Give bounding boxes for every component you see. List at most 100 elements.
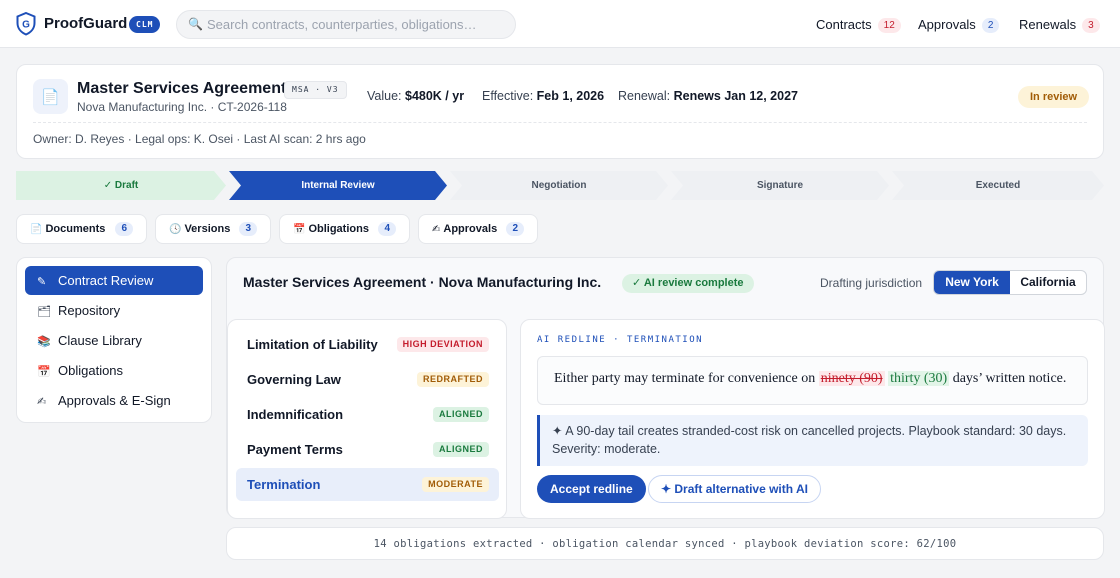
clause-indemnification[interactable]: Indemnification ALIGNED (236, 398, 499, 431)
effective-date: Feb 1, 2026 (536, 89, 605, 103)
version-badge: MSA · V3 (284, 81, 347, 99)
calendar-icon: 📅 (37, 366, 51, 378)
redline-insertion: thirty (30) (888, 371, 950, 386)
books-icon: 📚 (37, 336, 51, 348)
document-icon: 📄 (30, 224, 43, 235)
clause-name: Payment Terms (247, 442, 343, 457)
shield-logo-icon: G (16, 12, 36, 36)
redline-heading: AI REDLINE · TERMINATION (537, 335, 704, 345)
tab-approvals-count: 2 (506, 222, 524, 236)
nav-renewals[interactable]: Renewals 3 (1019, 17, 1100, 33)
tab-documents-label: Documents (45, 223, 106, 235)
deviation-badge: MODERATE (422, 477, 489, 492)
tab-approvals-label: Approvals (443, 223, 498, 235)
sidebar: ✎ Contract Review 🗂 Repository 📚 Clause Lib… (16, 257, 212, 423)
ai-redline-panel: AI REDLINE · TERMINATION Either party ma… (520, 319, 1105, 519)
sidebar-item-repository[interactable]: 🗂 Repository (25, 296, 203, 325)
owner-line: Owner: D. Reyes · Legal ops: K. Osei · L… (33, 132, 366, 146)
deviation-badge: ALIGNED (433, 407, 489, 422)
nav-renewals-count: 3 (1082, 18, 1100, 33)
tab-versions-label: Versions (184, 223, 231, 235)
clause-termination[interactable]: Termination MODERATE (236, 468, 499, 501)
search-input[interactable] (207, 17, 507, 32)
step-signature[interactable]: Signature (671, 171, 889, 200)
sidebar-item-label: Obligations (58, 363, 124, 378)
sidebar-item-approvals-esign[interactable]: ✍ Approvals & E-Sign (25, 386, 203, 415)
sidebar-item-obligations[interactable]: 📅 Obligations (25, 356, 203, 385)
clause-list: Limitation of Liability HIGH DEVIATION Go… (227, 319, 507, 519)
contract-renewal: Renewal: Renews Jan 12, 2027 (618, 89, 798, 103)
sidebar-item-contract-review[interactable]: ✎ Contract Review (25, 266, 203, 295)
jurisdiction-option-new-york[interactable]: New York (934, 271, 1010, 294)
step-negotiation[interactable]: Negotiation (450, 171, 668, 200)
clause-payment-terms[interactable]: Payment Terms ALIGNED (236, 433, 499, 466)
signature-icon: ✍ (37, 396, 47, 408)
search-bar[interactable]: 🔍 (176, 10, 516, 39)
svg-text:G: G (22, 20, 30, 31)
top-bar: G ProofGuard CLM 🔍 Contracts 12 Approvals… (0, 0, 1120, 48)
sidebar-item-label: Approvals & E-Sign (58, 393, 171, 408)
deviation-badge: REDRAFTED (417, 372, 489, 387)
tab-approvals[interactable]: ✍ Approvals 2 (418, 214, 538, 244)
accept-redline-button[interactable]: Accept redline (537, 475, 646, 503)
review-title: Master Services Agreement · Nova Manufac… (243, 274, 602, 290)
redline-text-before: Either party may terminate for convenien… (554, 371, 816, 386)
footer-summary: 14 obligations extracted · obligation ca… (373, 538, 957, 550)
redline-deletion: ninety (90) (818, 371, 885, 386)
jurisdiction-option-california[interactable]: California (1010, 271, 1086, 294)
contract-value: Value: $480K / yr (367, 89, 464, 103)
calendar-icon: 📅 (293, 224, 306, 235)
contract-header: 📄 Master Services Agreement MSA · V3 Nov… (16, 64, 1104, 159)
sidebar-item-clause-library[interactable]: 📚 Clause Library (25, 326, 203, 355)
nav-contracts-count: 12 (877, 18, 901, 33)
status-footer: 14 obligations extracted · obligation ca… (226, 527, 1104, 560)
nav-approvals-count: 2 (981, 18, 1000, 33)
sidebar-item-label: Contract Review (58, 273, 154, 288)
brand-tag: CLM (129, 16, 161, 33)
contract-title: Master Services Agreement (77, 80, 287, 97)
clause-limitation-of-liability[interactable]: Limitation of Liability HIGH DEVIATION (236, 328, 499, 361)
clock-icon: 🕓 (169, 224, 182, 235)
signature-icon: ✍ (432, 224, 441, 235)
header-divider (33, 122, 1087, 123)
tab-obligations-label: Obligations (308, 223, 369, 235)
nav-contracts[interactable]: Contracts 12 (816, 17, 901, 33)
effective-label: Effective: (482, 89, 534, 103)
deviation-badge: ALIGNED (433, 442, 489, 457)
jurisdiction-toggle: New York California (933, 270, 1087, 295)
clause-governing-law[interactable]: Governing Law REDRAFTED (236, 363, 499, 396)
nav-approvals[interactable]: Approvals 2 (918, 17, 1000, 33)
clause-name: Limitation of Liability (247, 337, 378, 352)
step-draft[interactable]: ✓ Draft (16, 171, 226, 200)
clause-name: Governing Law (247, 372, 341, 387)
renewal-label: Renewal: (618, 89, 671, 103)
jurisdiction-label: Drafting jurisdiction (820, 276, 923, 290)
contract-effective: Effective: Feb 1, 2026 (482, 89, 604, 103)
clause-name: Indemnification (247, 407, 344, 422)
renewal-date: Renews Jan 12, 2027 (673, 89, 798, 103)
workflow-stepper: ✓ Draft Internal Review Negotiation Sign… (16, 171, 1104, 200)
contract-subtitle: Nova Manufacturing Inc. · CT-2026-118 (77, 100, 287, 114)
clause-name: Termination (247, 477, 321, 492)
tab-documents-count: 6 (115, 222, 133, 236)
redline-text-after: days’ written notice. (952, 371, 1067, 386)
tab-obligations[interactable]: 📅 Obligations 4 (279, 214, 410, 244)
sidebar-item-label: Repository (58, 303, 121, 318)
tab-obligations-count: 4 (378, 222, 396, 236)
pencil-icon: ✎ (37, 276, 47, 288)
tab-versions[interactable]: 🕓 Versions 3 (155, 214, 271, 244)
document-icon: 📄 (33, 79, 68, 114)
step-internal-review[interactable]: Internal Review (229, 171, 447, 200)
brand-name: ProofGuard (44, 15, 128, 32)
redline-text: Either party may terminate for convenien… (537, 356, 1088, 405)
folder-icon: 🗂 (37, 306, 51, 318)
review-panel: Master Services Agreement · Nova Manufac… (226, 257, 1105, 519)
draft-alternative-button[interactable]: ✦ Draft alternative with AI (648, 475, 821, 503)
value-label: Value: (367, 89, 402, 103)
search-icon: 🔍 (188, 17, 203, 31)
nav-renewals-label: Renewals (1019, 17, 1077, 32)
step-executed[interactable]: Executed (892, 171, 1104, 200)
nav-approvals-label: Approvals (918, 17, 976, 32)
tab-versions-count: 3 (239, 222, 257, 236)
tab-documents[interactable]: 📄 Documents 6 (16, 214, 147, 244)
